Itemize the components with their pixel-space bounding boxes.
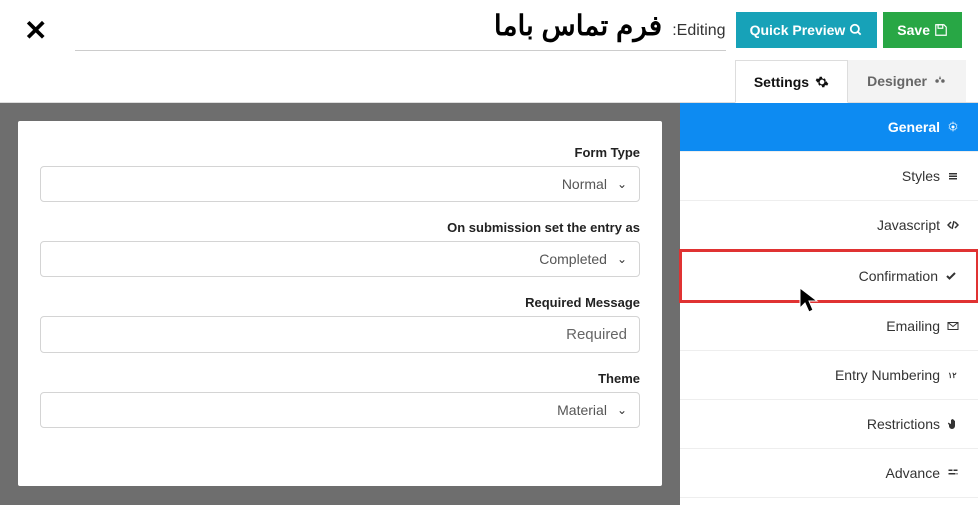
- hand-icon: [946, 417, 960, 431]
- sidebar-item-label: Confirmation: [859, 268, 938, 284]
- theme-value: Material: [557, 402, 607, 418]
- theme-label: Theme: [40, 371, 640, 386]
- canvas-area: Form Type Normal ⌄ On submission set the…: [0, 103, 680, 505]
- save-label: Save: [897, 22, 930, 38]
- sidebar-item-entry-numbering[interactable]: Entry Numbering ۱۲: [680, 351, 978, 400]
- sidebar-item-label: Emailing: [886, 318, 940, 334]
- settings-panel: Form Type Normal ⌄ On submission set the…: [18, 121, 662, 486]
- form-type-group: Form Type Normal ⌄: [40, 145, 640, 202]
- sidebar-item-label: Javascript: [877, 217, 940, 233]
- gear-icon: [946, 120, 960, 134]
- required-message-label: Required Message: [40, 295, 640, 310]
- sidebar-item-label: Restrictions: [867, 416, 940, 432]
- tab-settings-label: Settings: [754, 74, 809, 90]
- form-type-label: Form Type: [40, 145, 640, 160]
- gear-icon: [815, 75, 829, 89]
- required-message-input[interactable]: [53, 326, 627, 343]
- chevron-down-icon: ⌄: [617, 403, 627, 417]
- code-icon: [946, 218, 960, 232]
- sliders-icon: [946, 466, 960, 480]
- sidebar-item-label: Styles: [902, 168, 940, 184]
- theme-group: Theme Material ⌄: [40, 371, 640, 428]
- sidebar-item-label: Advance: [886, 465, 940, 481]
- submission-status-value: Completed: [539, 251, 607, 267]
- envelope-icon: [946, 319, 960, 333]
- submission-status-select[interactable]: Completed ⌄: [40, 241, 640, 277]
- theme-select[interactable]: Material ⌄: [40, 392, 640, 428]
- tab-designer[interactable]: Designer: [848, 60, 966, 102]
- sidebar-item-styles[interactable]: Styles: [680, 152, 978, 201]
- number-icon: ۱۲: [946, 368, 960, 382]
- quick-preview-button[interactable]: Quick Preview: [736, 12, 878, 48]
- layers-icon: [946, 169, 960, 183]
- save-button[interactable]: Save: [883, 12, 962, 48]
- close-icon[interactable]: ✕: [16, 10, 55, 51]
- header: ✕ فرم تماس باما :Editing Quick Preview S…: [0, 0, 978, 60]
- sidebar-item-label: General: [888, 119, 940, 135]
- chevron-down-icon: ⌄: [617, 177, 627, 191]
- chevron-down-icon: ⌄: [617, 252, 627, 266]
- tab-bar: Settings Designer: [0, 60, 978, 103]
- svg-text:۱۲: ۱۲: [948, 371, 957, 380]
- sidebar-item-advance[interactable]: Advance: [680, 449, 978, 498]
- title-wrap: فرم تماس باما :Editing: [75, 9, 725, 51]
- sidebar-item-restrictions[interactable]: Restrictions: [680, 400, 978, 449]
- required-message-field[interactable]: [40, 316, 640, 353]
- sidebar-item-label: Entry Numbering: [835, 367, 940, 383]
- sidebar-item-general[interactable]: General: [680, 103, 978, 152]
- main: Form Type Normal ⌄ On submission set the…: [0, 103, 978, 505]
- check-icon: [944, 269, 958, 283]
- sidebar-item-javascript[interactable]: Javascript: [680, 201, 978, 250]
- form-title[interactable]: فرم تماس باما: [494, 9, 662, 42]
- search-icon: [849, 23, 863, 37]
- tab-designer-label: Designer: [867, 73, 927, 89]
- save-icon: [934, 23, 948, 37]
- designer-icon: [933, 74, 947, 88]
- sidebar-item-confirmation[interactable]: Confirmation: [679, 249, 978, 303]
- editing-label: :Editing: [672, 22, 725, 40]
- tab-settings[interactable]: Settings: [735, 60, 848, 103]
- required-message-group: Required Message: [40, 295, 640, 353]
- submission-status-label: On submission set the entry as: [40, 220, 640, 235]
- form-type-select[interactable]: Normal ⌄: [40, 166, 640, 202]
- quick-preview-label: Quick Preview: [750, 22, 846, 38]
- settings-sidebar: General Styles Javascript Confirmation E…: [680, 103, 978, 505]
- form-type-value: Normal: [562, 176, 607, 192]
- submission-status-group: On submission set the entry as Completed…: [40, 220, 640, 277]
- sidebar-item-emailing[interactable]: Emailing: [680, 302, 978, 351]
